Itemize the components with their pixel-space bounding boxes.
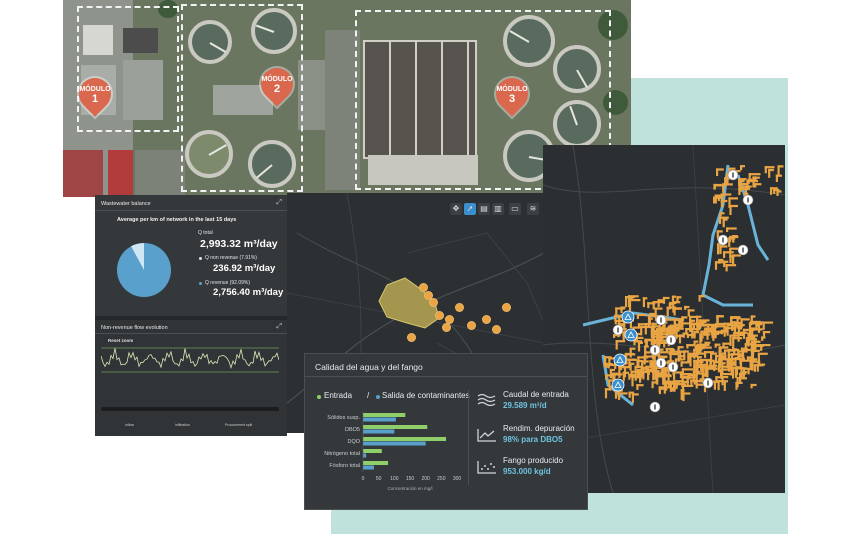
- bar-0-3: [363, 449, 382, 453]
- pollutant-bar-chart: Sólidos susp. DBO5 DQO Nitrógeno total Fósfo…: [324, 411, 462, 491]
- legend-infiltration: infiltration: [175, 423, 190, 427]
- legend-dot-salida: [376, 395, 380, 399]
- bar-1-0: [363, 417, 396, 422]
- stat-sludge-label: Fango producido: [503, 456, 564, 465]
- legend-entrada: Entrada: [324, 391, 353, 400]
- x-axis-label: Concentración en mg/l: [387, 486, 432, 491]
- x-tick-label: 100: [390, 476, 399, 482]
- bar-0-1: [363, 425, 428, 429]
- bar-1-2: [363, 441, 426, 446]
- nrflow-title: Non-revenue flow evolution: [101, 325, 168, 331]
- legend-procurement: Procurement split: [225, 423, 253, 427]
- legend-salida: Salida de contaminantes: [382, 391, 470, 400]
- module-2-label: MÓDULO: [261, 76, 293, 83]
- module-1-number: 1: [91, 93, 99, 105]
- x-tick-label: 250: [437, 476, 446, 482]
- bar-0-4: [363, 461, 389, 465]
- quality-title: Calidad del agua y del fango: [315, 362, 423, 372]
- bar-1-4: [363, 465, 374, 470]
- scatter-dots-icon: [477, 461, 496, 474]
- bar-0-2: [363, 437, 447, 441]
- legend-inflow: inflow: [125, 423, 134, 427]
- legend-dot-revenue: [199, 282, 202, 285]
- module-1-label: MÓDULO: [79, 86, 111, 93]
- category-label: DBO5: [345, 427, 360, 433]
- x-tick-label: 300: [453, 476, 462, 482]
- q-nonrev-label: Q non revenue (7.91%): [205, 255, 257, 261]
- q-total-value: 2,993.32 m³/day: [200, 238, 278, 250]
- time-range-scrollbar[interactable]: [101, 407, 279, 411]
- q-rev-label: Q revenue (92.09%): [205, 280, 251, 286]
- print-tool-icon[interactable]: ▤: [478, 203, 490, 215]
- x-tick-label: 0: [362, 476, 365, 482]
- reset-zoom-button[interactable]: Reset zoom: [108, 338, 133, 343]
- category-label: Sólidos susp.: [327, 415, 360, 421]
- bar-0-0: [363, 413, 406, 417]
- revenue-pie-chart: [117, 243, 171, 297]
- x-tick-label: 50: [376, 476, 382, 482]
- q-rev-value: 2,756.40 m³/day: [213, 287, 284, 298]
- panel-title: Wastewater balance: [101, 201, 151, 207]
- q-total-label: Q total: [198, 230, 213, 236]
- bar-1-1: [363, 429, 395, 434]
- water-sludge-quality-panel: Calidad del agua y del fango Entrada / S…: [304, 353, 588, 510]
- bar-1-3: [363, 453, 367, 458]
- x-tick-label: 200: [421, 476, 430, 482]
- layers-list-icon[interactable]: ▥: [492, 203, 504, 215]
- legend-dot-entrada: [317, 395, 321, 399]
- stat-inflow-value: 29.589 m³/d: [503, 401, 547, 410]
- expand-icon-nrflow[interactable]: ⤢: [276, 323, 282, 331]
- waves-icon: [477, 393, 496, 406]
- legend-dot-nonrevenue: [199, 257, 202, 260]
- layers-icon[interactable]: ≋: [527, 203, 539, 215]
- q-nonrev-value: 236.92 m³/day: [213, 263, 276, 274]
- nonrevenue-flow-panel: [95, 316, 287, 436]
- expand-icon[interactable]: ⤢: [276, 199, 282, 207]
- trend-chart-icon: [477, 429, 496, 442]
- nonrevenue-flow-chart: [101, 347, 279, 373]
- pointer-tool-icon[interactable]: ➚: [464, 203, 476, 215]
- module-3-number: 3: [508, 93, 516, 105]
- module-3-label: MÓDULO: [496, 86, 528, 93]
- wastewater-balance-panel: Wastewater balance ⤢ Average per km of n…: [95, 195, 287, 436]
- category-label: Nitrógeno total: [324, 451, 360, 457]
- stat-efficiency-value: 98% para DBO5: [503, 435, 563, 444]
- stat-inflow-label: Caudal de entrada: [503, 390, 569, 399]
- stat-sludge-value: 953.000 kg/d: [503, 467, 551, 476]
- category-label: DQO: [347, 439, 360, 445]
- x-tick-label: 150: [406, 476, 415, 482]
- video-tool-icon[interactable]: ▭: [509, 203, 521, 215]
- legend-separator: /: [367, 391, 370, 400]
- category-label: Fósforo total: [329, 463, 360, 469]
- stat-efficiency-label: Rendim. depuración: [503, 424, 575, 433]
- pan-tool-icon[interactable]: ✥: [450, 203, 462, 215]
- module-2-number: 2: [273, 83, 281, 95]
- panel-subtitle: Average per km of network in the last 15…: [117, 217, 237, 223]
